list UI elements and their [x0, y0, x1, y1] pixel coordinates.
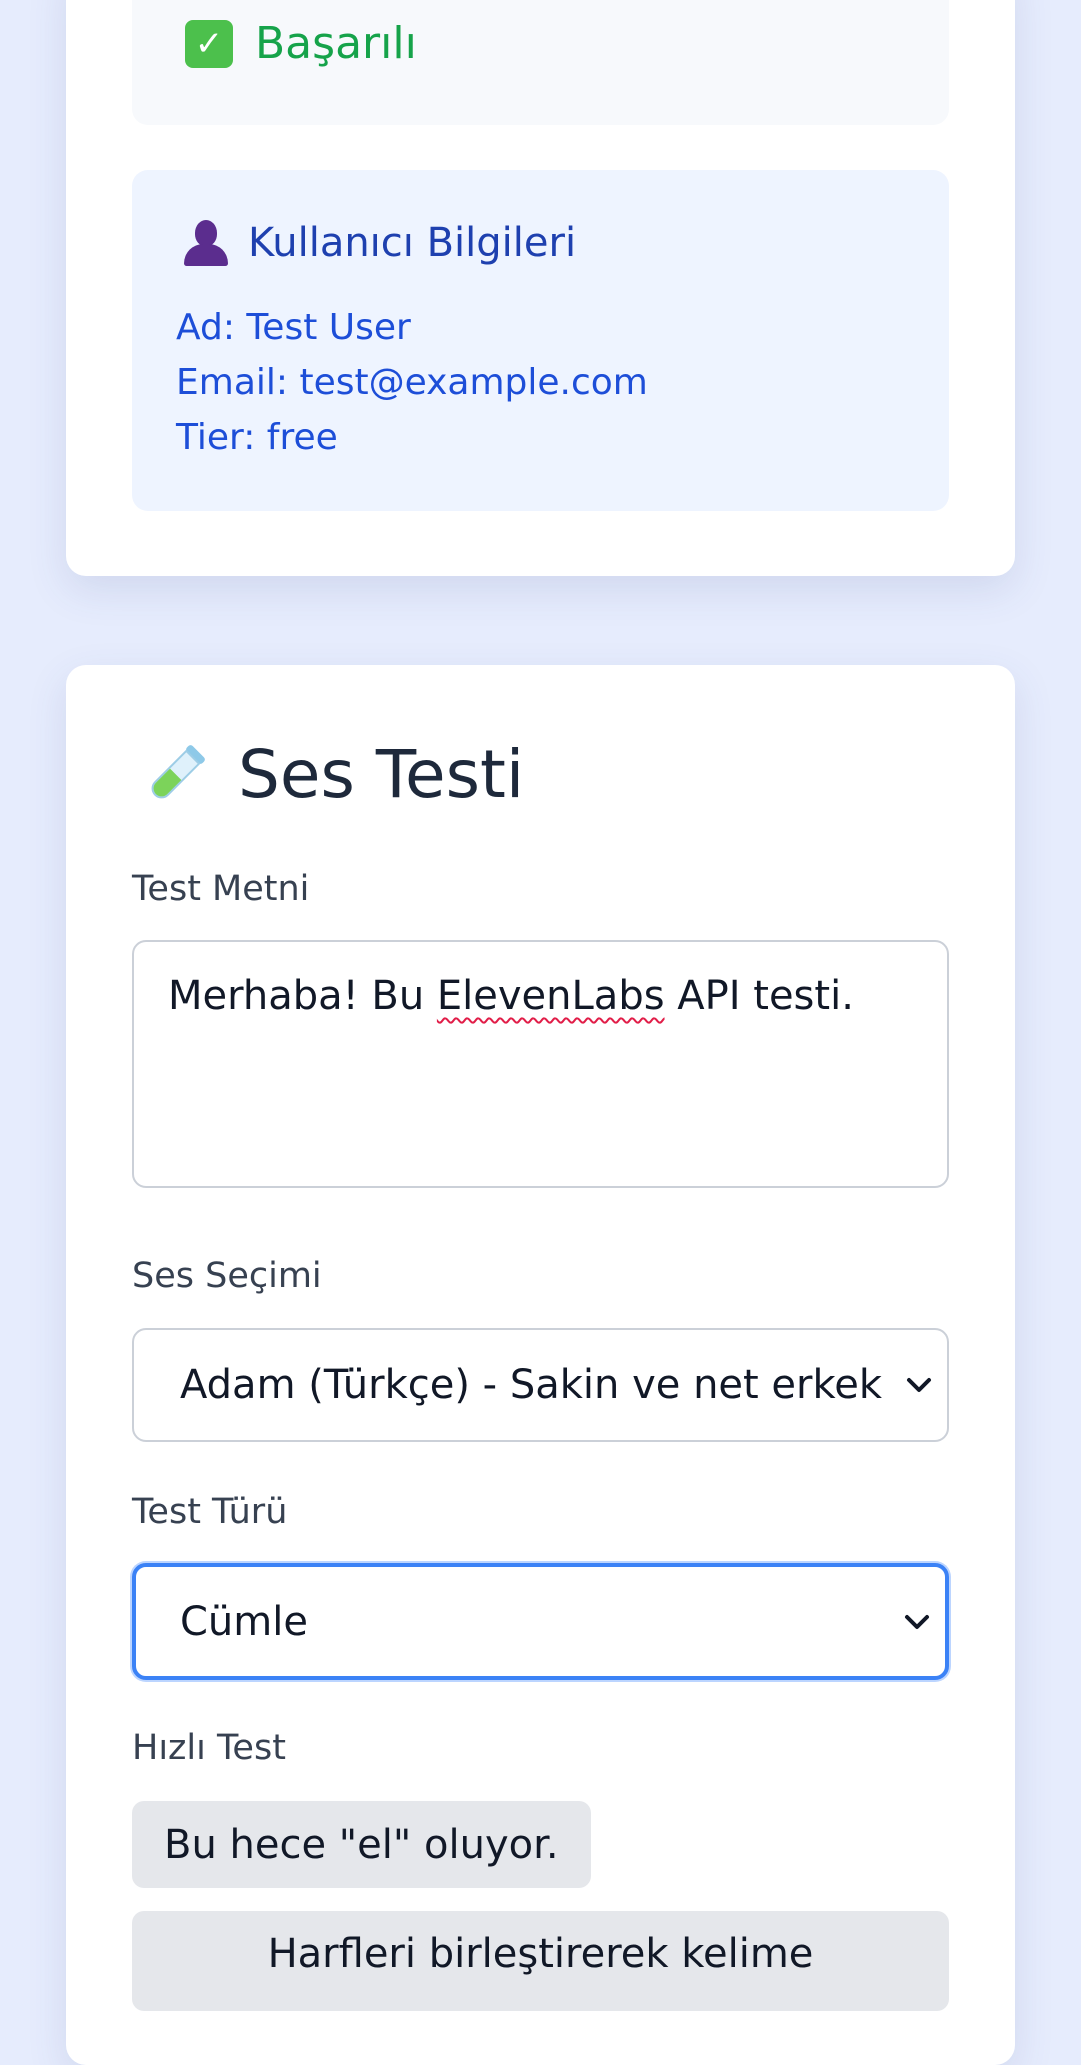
voice-test-heading: Ses Testi [140, 740, 524, 810]
user-email: Email: test@example.com [176, 362, 648, 403]
test-type-label: Test Türü [132, 1492, 288, 1532]
user-name: Ad: Test User [176, 307, 411, 348]
user-info-title: Kullanıcı Bilgileri [248, 220, 577, 266]
user-info-header: Kullanıcı Bilgileri [184, 220, 576, 266]
voice-test-title: Ses Testi [238, 736, 525, 813]
chevron-down-icon [907, 1378, 931, 1392]
quick-test-button-combine[interactable]: Harfleri birleştirerek kelime [132, 1911, 949, 2011]
voice-select[interactable]: Adam (Türkçe) - Sakin ve net erkek [132, 1328, 949, 1442]
misspelled-word: ElevenLabs [436, 973, 665, 1019]
voice-select-value: Adam (Türkçe) - Sakin ve net erkek [180, 1362, 882, 1408]
chevron-down-icon [905, 1614, 929, 1629]
test-type-select[interactable]: Cümle [132, 1563, 949, 1680]
user-info-details: Ad: Test User Email: test@example.com Ti… [176, 300, 648, 465]
test-type-value: Cümle [180, 1598, 308, 1645]
quick-test-label: Hızlı Test [132, 1728, 286, 1768]
test-text-textarea[interactable]: Merhaba! Bu ElevenLabs API testi. [132, 940, 949, 1188]
check-mark-icon: ✓ [185, 20, 233, 68]
test-text-part-1: Merhaba! Bu [168, 973, 437, 1019]
voice-select-label: Ses Seçimi [132, 1256, 322, 1296]
status-text: Başarılı [255, 18, 417, 69]
test-text-part-2: API testi. [664, 973, 854, 1019]
test-text-label: Test Metni [132, 869, 310, 909]
user-tier: Tier: free [176, 417, 338, 458]
test-tube-icon [151, 745, 205, 799]
status-row: ✓ Başarılı [185, 20, 417, 68]
user-info-box: Kullanıcı Bilgileri Ad: Test User Email:… [132, 170, 949, 511]
quick-test-button-syllable[interactable]: Bu hece "el" oluyor. [132, 1801, 591, 1888]
user-silhouette-icon [184, 220, 228, 266]
